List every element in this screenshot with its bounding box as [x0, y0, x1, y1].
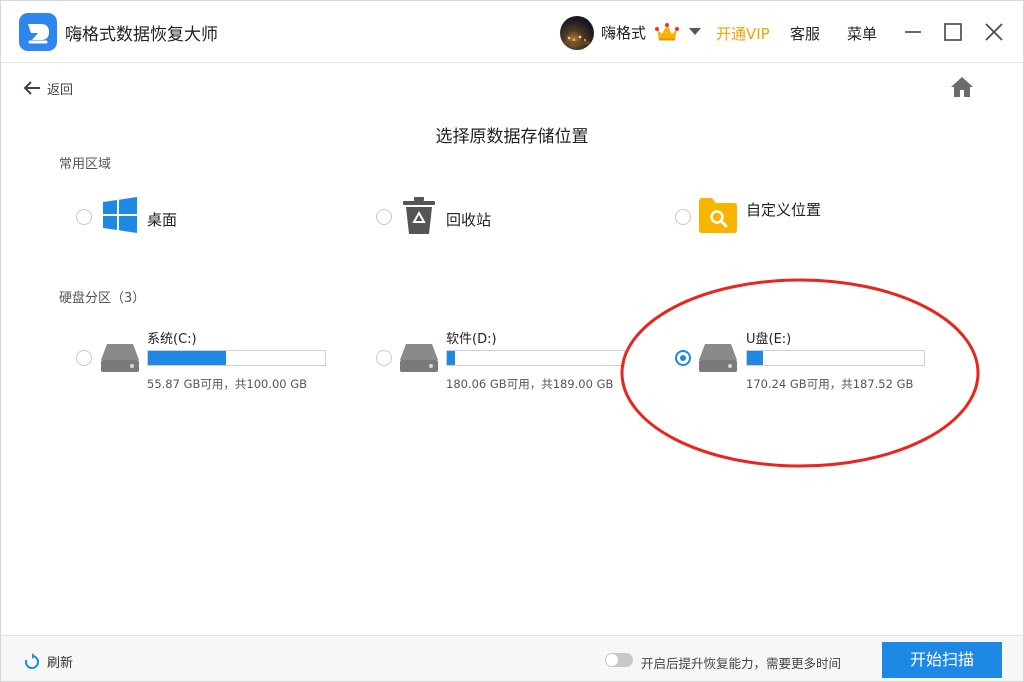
desktop-radio[interactable] — [76, 209, 92, 225]
menu-button[interactable]: 菜单 — [847, 23, 877, 44]
disk-c-info: 55.87 GB可用，共100.00 GB — [147, 377, 308, 391]
hard-drive-icon[interactable] — [399, 341, 439, 373]
back-label: 返回 — [47, 82, 74, 98]
desktop-label[interactable]: 桌面 — [147, 209, 177, 230]
disk-e-radio[interactable] — [675, 350, 691, 366]
disk-d-name[interactable]: 软件(D:) — [446, 328, 497, 347]
hard-drive-icon[interactable] — [100, 341, 140, 373]
disk-c-name[interactable]: 系统(C:) — [147, 328, 197, 347]
user-name[interactable]: 嗨格式 — [601, 22, 646, 43]
disk-e-usage-fill — [747, 351, 763, 365]
user-dropdown-caret-icon[interactable] — [689, 28, 701, 35]
recycle-bin-icon[interactable] — [402, 196, 436, 236]
refresh-label: 刷新 — [47, 656, 74, 671]
deep-recovery-label: 开启后提升恢复能力，需要更多时间 — [641, 656, 842, 671]
disk-d-radio[interactable] — [376, 350, 392, 366]
disk-c-usage-fill — [148, 351, 226, 365]
disk-d-usage-fill — [447, 351, 456, 365]
close-icon[interactable] — [981, 19, 1007, 45]
customer-service-link[interactable]: 客服 — [790, 23, 820, 44]
windows-desktop-icon[interactable] — [102, 197, 138, 233]
common-section-label: 常用区域 — [59, 157, 112, 172]
recycle-bin-radio[interactable] — [376, 209, 392, 225]
disk-d-info: 180.06 GB可用，共189.00 GB — [446, 377, 614, 391]
page-title: 选择原数据存储位置 — [435, 127, 589, 147]
app-window: 嗨格式数据恢复大师 嗨格式 开通VIP 客服 菜单 返回 选择原数据存储位置 常… — [0, 0, 1024, 682]
recycle-bin-label[interactable]: 回收站 — [446, 209, 491, 230]
refresh-button[interactable]: 刷新 — [23, 652, 73, 671]
avatar[interactable] — [560, 16, 594, 50]
refresh-icon — [24, 652, 39, 669]
hard-drive-icon[interactable] — [698, 341, 738, 373]
app-logo-icon — [19, 13, 57, 51]
deep-recovery-toggle[interactable] — [605, 653, 633, 667]
custom-location-label[interactable]: 自定义位置 — [746, 199, 821, 220]
vip-crown-icon — [655, 23, 679, 41]
disk-e-usage-bar — [746, 350, 925, 366]
maximize-icon[interactable] — [940, 19, 966, 45]
back-button[interactable]: 返回 — [23, 77, 73, 99]
footer-bar: 刷新 开启后提升恢复能力，需要更多时间 开始扫描 — [1, 635, 1023, 681]
home-icon[interactable] — [949, 75, 975, 99]
back-arrow-icon — [23, 81, 40, 95]
app-title: 嗨格式数据恢复大师 — [65, 25, 218, 45]
folder-search-icon[interactable] — [698, 196, 738, 234]
disk-section-label: 硬盘分区（3） — [59, 291, 146, 306]
disk-e-name[interactable]: U盘(E:) — [746, 328, 791, 347]
highlight-ellipse — [620, 278, 980, 468]
open-vip-link[interactable]: 开通VIP — [716, 23, 770, 44]
disk-c-radio[interactable] — [76, 350, 92, 366]
start-scan-button[interactable]: 开始扫描 — [882, 642, 1002, 678]
disk-e-info: 170.24 GB可用，共187.52 GB — [746, 377, 914, 391]
disk-d-usage-bar — [446, 350, 625, 366]
minimize-icon[interactable] — [900, 19, 926, 45]
custom-location-radio[interactable] — [675, 209, 691, 225]
disk-c-usage-bar — [147, 350, 326, 366]
title-bar: 嗨格式数据恢复大师 嗨格式 开通VIP 客服 菜单 — [1, 1, 1023, 63]
